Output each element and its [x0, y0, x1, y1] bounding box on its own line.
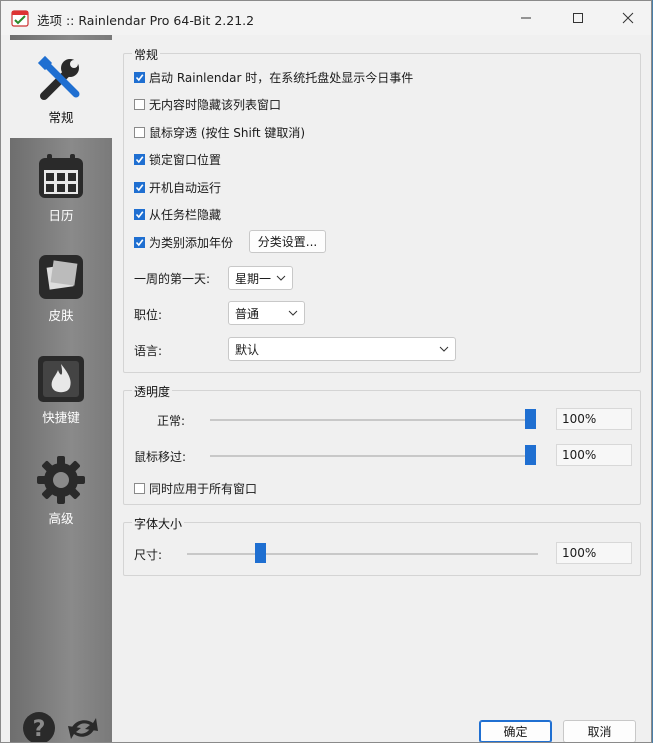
- group-title: 透明度: [132, 383, 173, 400]
- close-button[interactable]: [605, 1, 651, 35]
- checkbox-box: [134, 153, 145, 165]
- checkbox-box: [134, 236, 145, 248]
- sidebar-item-calendar[interactable]: 日历: [10, 138, 112, 236]
- normal-slider-track[interactable]: [210, 419, 536, 421]
- hotkey-icon: [38, 356, 84, 402]
- language-select[interactable]: 默认: [228, 337, 456, 361]
- cancel-button[interactable]: 取消: [563, 720, 636, 742]
- value-text: 100%: [562, 546, 597, 560]
- hover-slider-track[interactable]: [210, 455, 536, 457]
- checkbox-label: 鼠标穿透 (按住 Shift 键取消): [149, 125, 306, 140]
- value-text: 100%: [562, 412, 597, 426]
- refresh-icon[interactable]: [66, 711, 100, 743]
- click-through-checkbox[interactable]: 鼠标穿透 (按住 Shift 键取消): [134, 124, 305, 140]
- hover-label: 鼠标移过:: [134, 450, 187, 464]
- group-title: 字体大小: [132, 515, 185, 532]
- maximize-button[interactable]: [555, 1, 601, 35]
- checkbox-box: [134, 98, 145, 110]
- group-title: 常规: [132, 46, 161, 63]
- chevron-down-icon: [276, 275, 286, 281]
- hover-slider-thumb[interactable]: [525, 445, 536, 465]
- checkbox-label: 为类别添加年份: [149, 235, 234, 250]
- size-label: 尺寸:: [134, 548, 163, 562]
- normal-slider-thumb[interactable]: [525, 409, 536, 429]
- sidebar-item-label: 皮肤: [48, 308, 74, 323]
- help-icon[interactable]: ?: [22, 711, 56, 743]
- normal-value-field: 100%: [556, 408, 632, 430]
- position-select[interactable]: 普通: [228, 301, 305, 325]
- app-icon: [11, 10, 29, 27]
- chevron-down-icon: [288, 310, 298, 316]
- checkbox-label: 锁定窗口位置: [149, 152, 222, 167]
- select-value: 普通: [235, 306, 260, 321]
- options-window: 选项 :: Rainlendar Pro 64-Bit 2.21.2 常规 日历…: [0, 0, 652, 743]
- transparency-group: 透明度 正常: 100% 鼠标移过: 100% 同时应用于所有窗口: [123, 383, 641, 505]
- skin-icon: [39, 255, 83, 299]
- gear-icon: [37, 456, 85, 504]
- sidebar-item-hotkeys[interactable]: 快捷键: [10, 340, 112, 438]
- checkmark-icon: [135, 183, 144, 191]
- sidebar-item-label: 快捷键: [42, 410, 80, 425]
- language-label: 语言:: [134, 344, 163, 358]
- minimize-icon: [521, 17, 531, 19]
- checkbox-label: 同时应用于所有窗口: [149, 481, 258, 496]
- font-size-group: 字体大小 尺寸: 100%: [123, 515, 641, 576]
- checkbox-label: 无内容时隐藏该列表窗口: [149, 97, 282, 112]
- checkmark-icon: [135, 155, 144, 163]
- checkbox-label: 从任务栏隐藏: [149, 207, 222, 222]
- window-title: 选项 :: Rainlendar Pro 64-Bit 2.21.2: [37, 13, 255, 28]
- sidebar-item-skin[interactable]: 皮肤: [10, 238, 112, 336]
- value-text: 100%: [562, 448, 597, 462]
- sidebar: 常规 日历 皮肤 快捷键 高级 ?: [10, 35, 112, 743]
- position-label: 职位:: [134, 308, 163, 322]
- minimize-button[interactable]: [503, 1, 549, 35]
- checkbox-label: 启动 Rainlendar 时，在系统托盘处显示今日事件: [149, 70, 414, 85]
- checkbox-box: [134, 71, 145, 83]
- hover-value-field: 100%: [556, 444, 632, 466]
- sidebar-item-advanced[interactable]: 高级: [10, 441, 112, 539]
- category-settings-button[interactable]: 分类设置...: [249, 230, 326, 253]
- general-group: 常规 启动 Rainlendar 时，在系统托盘处显示今日事件 无内容时隐藏该列…: [123, 46, 641, 373]
- show-today-checkbox[interactable]: 启动 Rainlendar 时，在系统托盘处显示今日事件: [134, 69, 413, 85]
- sidebar-item-label: 日历: [48, 208, 74, 223]
- size-value-field: 100%: [556, 542, 632, 564]
- checkmark-icon: [135, 238, 144, 246]
- checkmark-icon: [135, 73, 144, 81]
- hide-taskbar-checkbox[interactable]: 从任务栏隐藏: [134, 206, 221, 222]
- select-value: 星期一: [235, 271, 272, 286]
- checkbox-box: [134, 126, 145, 138]
- close-icon: [622, 12, 634, 24]
- apply-all-checkbox[interactable]: 同时应用于所有窗口: [134, 480, 257, 496]
- sidebar-item-label: 常规: [48, 110, 74, 125]
- sidebar-item-label: 高级: [48, 511, 74, 526]
- autostart-checkbox[interactable]: 开机自动运行: [134, 179, 221, 195]
- select-value: 默认: [235, 342, 260, 357]
- maximize-icon: [573, 13, 583, 23]
- title-bar[interactable]: 选项 :: Rainlendar Pro 64-Bit 2.21.2: [1, 1, 651, 35]
- checkbox-label: 开机自动运行: [149, 180, 222, 195]
- lock-position-checkbox[interactable]: 锁定窗口位置: [134, 151, 221, 167]
- svg-text:?: ?: [33, 717, 46, 742]
- tools-icon: [37, 55, 80, 100]
- hide-empty-checkbox[interactable]: 无内容时隐藏该列表窗口: [134, 96, 281, 112]
- calendar-icon: [39, 154, 83, 198]
- ok-button[interactable]: 确定: [479, 720, 552, 742]
- size-slider-track[interactable]: [187, 553, 538, 555]
- normal-label: 正常:: [157, 414, 186, 428]
- checkbox-box: [134, 208, 145, 220]
- checkmark-icon: [135, 210, 144, 218]
- sidebar-item-general[interactable]: 常规: [10, 40, 112, 138]
- checkbox-box: [134, 181, 145, 193]
- first-day-select[interactable]: 星期一: [228, 266, 293, 290]
- category-year-checkbox[interactable]: 为类别添加年份: [134, 234, 233, 250]
- size-slider-thumb[interactable]: [255, 543, 266, 563]
- first-day-label: 一周的第一天:: [134, 272, 211, 286]
- chevron-down-icon: [439, 346, 449, 352]
- checkbox-box: [134, 482, 145, 494]
